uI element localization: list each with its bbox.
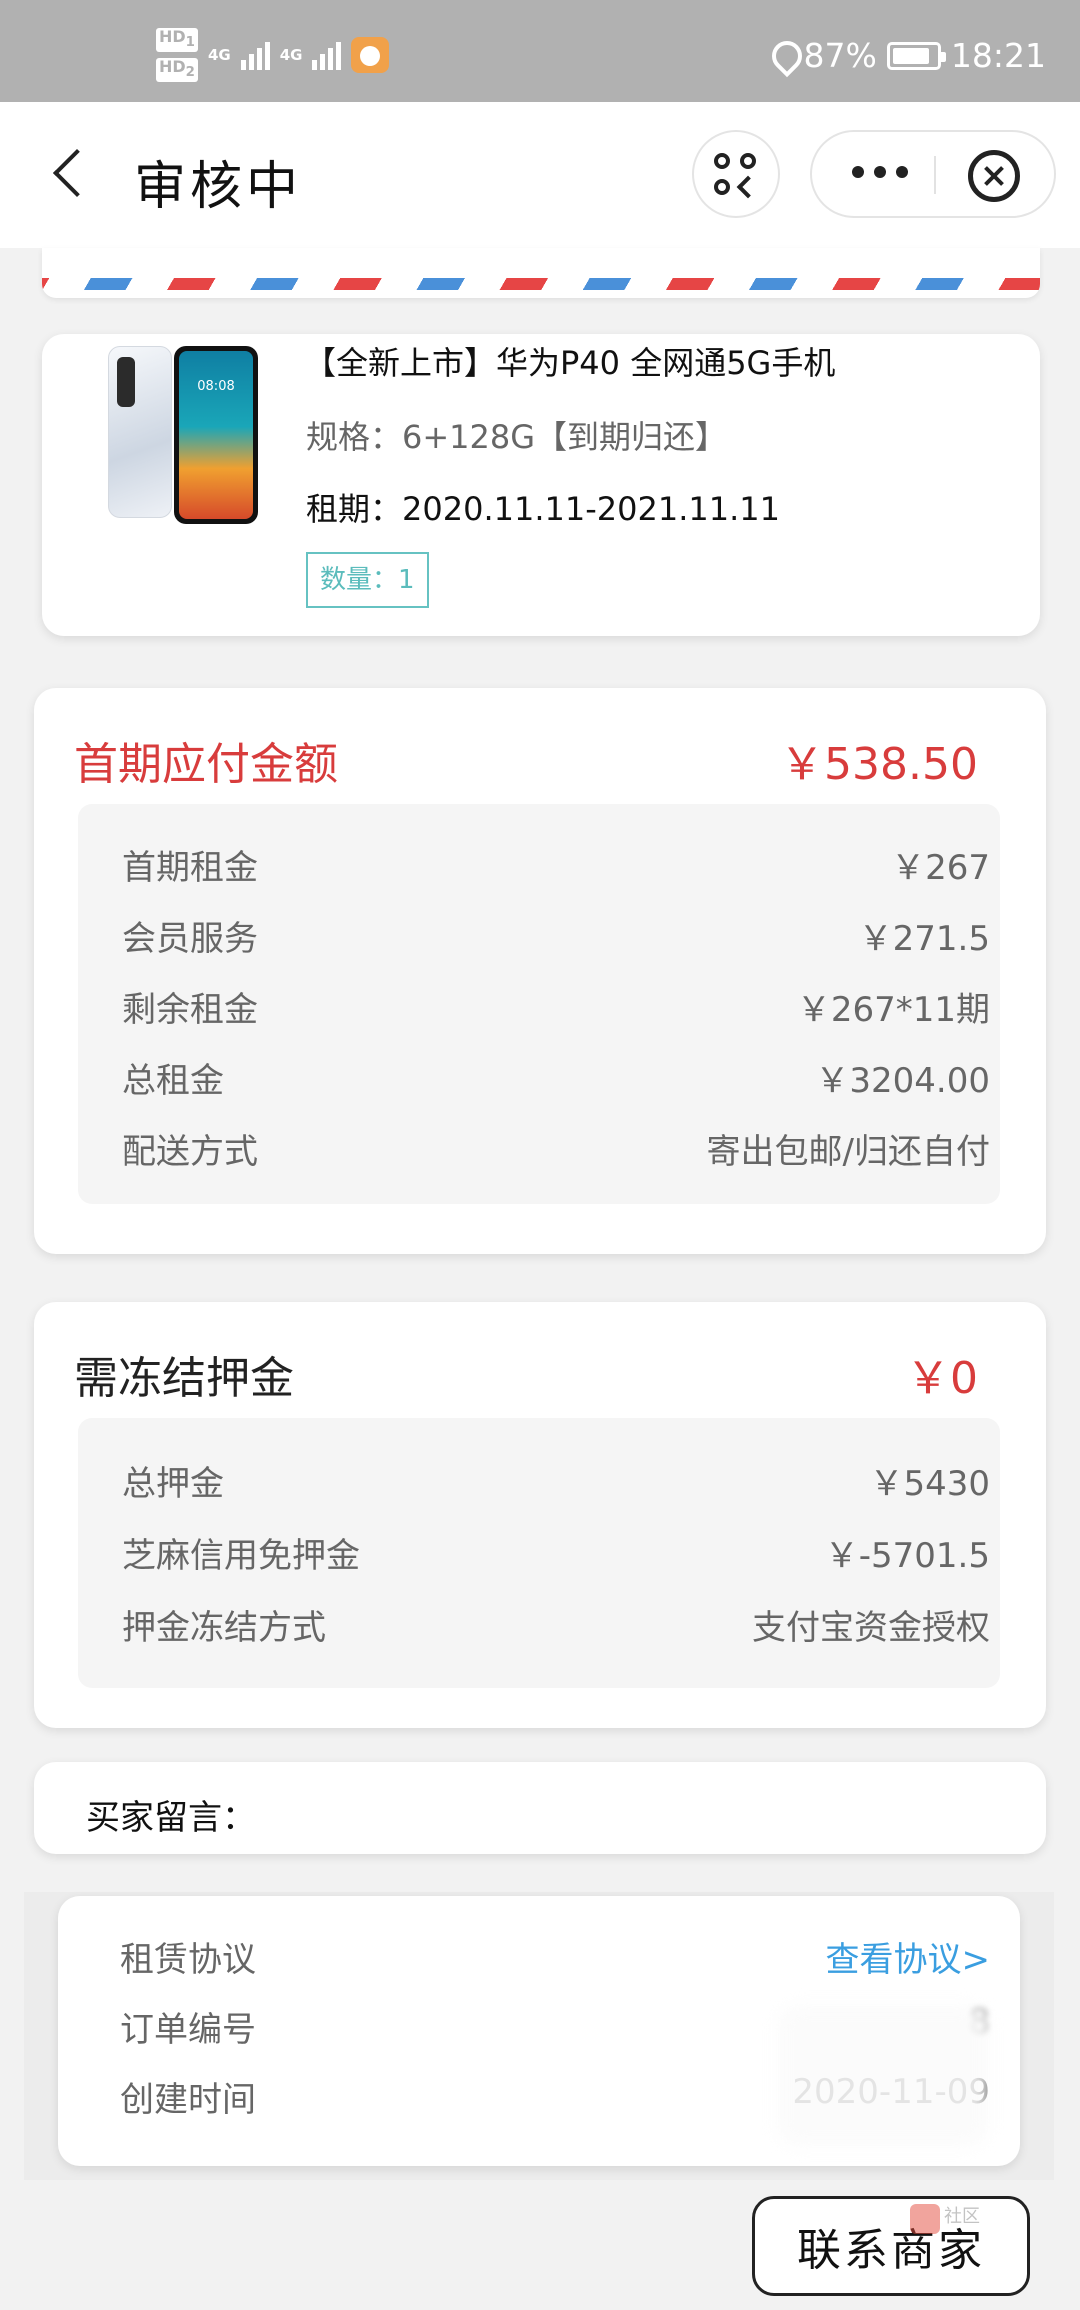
buyer-message-label: 买家留言： (86, 1798, 256, 1838)
hd1-text: HD (159, 27, 186, 46)
payment-row-label: 会员服务 (122, 919, 258, 959)
location-icon (772, 41, 794, 71)
watermark-text: 社区 (944, 2206, 980, 2227)
deposit-label: 需冻结押金 (74, 1353, 294, 1404)
deposit-row: 押金冻结方式 支付宝资金授权 (78, 1600, 1000, 1672)
first-payment-label: 首期应付金额 (74, 739, 338, 790)
sim1-network: 4G (207, 46, 231, 65)
battery-percent: 87% (803, 36, 877, 75)
product-card[interactable]: 08:08 【全新上市】华为P40 全网通5G手机 规格：6+128G【到期归还… (42, 334, 1040, 636)
payment-row-value: ￥271.5 (858, 919, 990, 959)
hd1-sub: 1 (185, 35, 195, 51)
clock: 18:21 (950, 36, 1046, 75)
phone-back (108, 346, 172, 518)
deposit-row: 芝麻信用免押金 ￥-5701.5 (78, 1528, 1000, 1600)
payment-row-label: 首期租金 (122, 848, 258, 888)
payment-breakdown: 首期租金 ￥267 会员服务 ￥271.5 剩余租金 ￥267*11期 总租金 ￥320… (78, 804, 1000, 1204)
close-icon[interactable] (968, 150, 1020, 202)
product-image: 08:08 (108, 346, 258, 524)
deposit-row-value: 支付宝资金授权 (752, 1608, 990, 1648)
deposit-header: 需冻结押金 ￥0 (74, 1342, 978, 1406)
rental-term: 租期：2020.11.11-2021.11.11 (306, 490, 780, 528)
buyer-message-card[interactable]: 买家留言： (34, 1762, 1046, 1854)
phone-front: 08:08 (174, 346, 258, 524)
order-info-card: 租赁协议 查看协议> 订单编号 8 创建时间 2020-11-09 (58, 1896, 1020, 2166)
deposit-row: 总押金 ￥5430 (78, 1456, 1000, 1528)
payment-row-label: 总租金 (122, 1061, 224, 1101)
product-spec: 规格：6+128G【到期归还】 (306, 418, 728, 456)
hd2-sub: 2 (185, 65, 195, 81)
nav-bar: 审核中 (0, 102, 1080, 248)
deposit-row-label: 总押金 (122, 1464, 224, 1504)
order-number-label: 订单编号 (120, 2010, 256, 2050)
status-left: HD1 HD2 4G 4G (156, 27, 390, 83)
app-notification-icon (351, 37, 390, 74)
deposit-row-label: 押金冻结方式 (122, 1608, 326, 1648)
battery-icon (886, 41, 946, 70)
sim2-network: 4G (279, 46, 303, 65)
airmail-border (42, 248, 1040, 298)
payment-row-value: ￥3204.00 (815, 1061, 990, 1101)
deposit-row-label: 芝麻信用免押金 (122, 1536, 360, 1576)
deposit-breakdown: 总押金 ￥5430 芝麻信用免押金 ￥-5701.5 押金冻结方式 支付宝资金授权 (78, 1418, 1000, 1688)
payment-row: 总租金 ￥3204.00 (78, 1053, 1000, 1124)
agreement-row: 租赁协议 查看协议> (58, 1932, 1020, 2002)
phone-screen-time: 08:08 (179, 351, 253, 519)
first-payment-card: 首期应付金额 ￥538.50 首期租金 ￥267 会员服务 ￥271.5 剩余租金 ￥… (34, 688, 1046, 1254)
signal1-icon (240, 40, 270, 71)
watermark-icon (910, 2204, 940, 2234)
payment-row: 首期租金 ￥267 (78, 840, 1000, 911)
deposit-card: 需冻结押金 ￥0 总押金 ￥5430 芝麻信用免押金 ￥-5701.5 押金冻结方式… (34, 1302, 1046, 1728)
view-agreement-link[interactable]: 查看协议> (826, 1932, 991, 2002)
payment-row: 配送方式 寄出包邮/归还自付 (78, 1124, 1000, 1195)
first-payment-header: 首期应付金额 ￥538.50 (74, 728, 978, 792)
first-payment-amount: ￥538.50 (780, 739, 978, 790)
signal2-icon (312, 40, 342, 71)
status-right: 87% 18:21 (772, 36, 1046, 75)
privacy-blur-mask (778, 2006, 988, 2146)
watermark-logo: 社区 (910, 2200, 1006, 2248)
payment-row-value: 寄出包邮/归还自付 (706, 1132, 990, 1172)
payment-row: 剩余租金 ￥267*11期 (78, 982, 1000, 1053)
capsule-menu (810, 130, 1056, 218)
payment-row-value: ￥267 (891, 848, 990, 888)
capsule-divider (934, 156, 936, 194)
product-title: 【全新上市】华为P40 全网通5G手机 (304, 344, 836, 382)
page-title: 审核中 (134, 157, 303, 217)
payment-row-value: ￥267*11期 (796, 990, 990, 1030)
status-bar: HD1 HD2 4G 4G 87% 18:21 (0, 0, 1080, 102)
payment-row: 会员服务 ￥271.5 (78, 911, 1000, 982)
hd2-text: HD (159, 57, 186, 77)
hd2-badge: HD2 (156, 57, 198, 83)
mini-program-home-button[interactable] (692, 130, 780, 218)
more-button[interactable] (852, 166, 908, 178)
hd-indicators: HD1 HD2 (156, 27, 198, 83)
created-time-label: 创建时间 (120, 2080, 256, 2120)
deposit-amount: ￥0 (906, 1353, 978, 1404)
hd1-badge: HD1 (156, 27, 198, 53)
quantity-badge: 数量：1 (306, 552, 429, 608)
deposit-row-value: ￥5430 (869, 1464, 990, 1504)
deposit-row-value: ￥-5701.5 (824, 1536, 990, 1576)
mini-program-icon (714, 153, 762, 201)
back-button[interactable] (46, 144, 106, 204)
agreement-label: 租赁协议 (120, 1940, 256, 1980)
payment-row-label: 剩余租金 (122, 990, 258, 1030)
payment-row-label: 配送方式 (122, 1132, 258, 1172)
